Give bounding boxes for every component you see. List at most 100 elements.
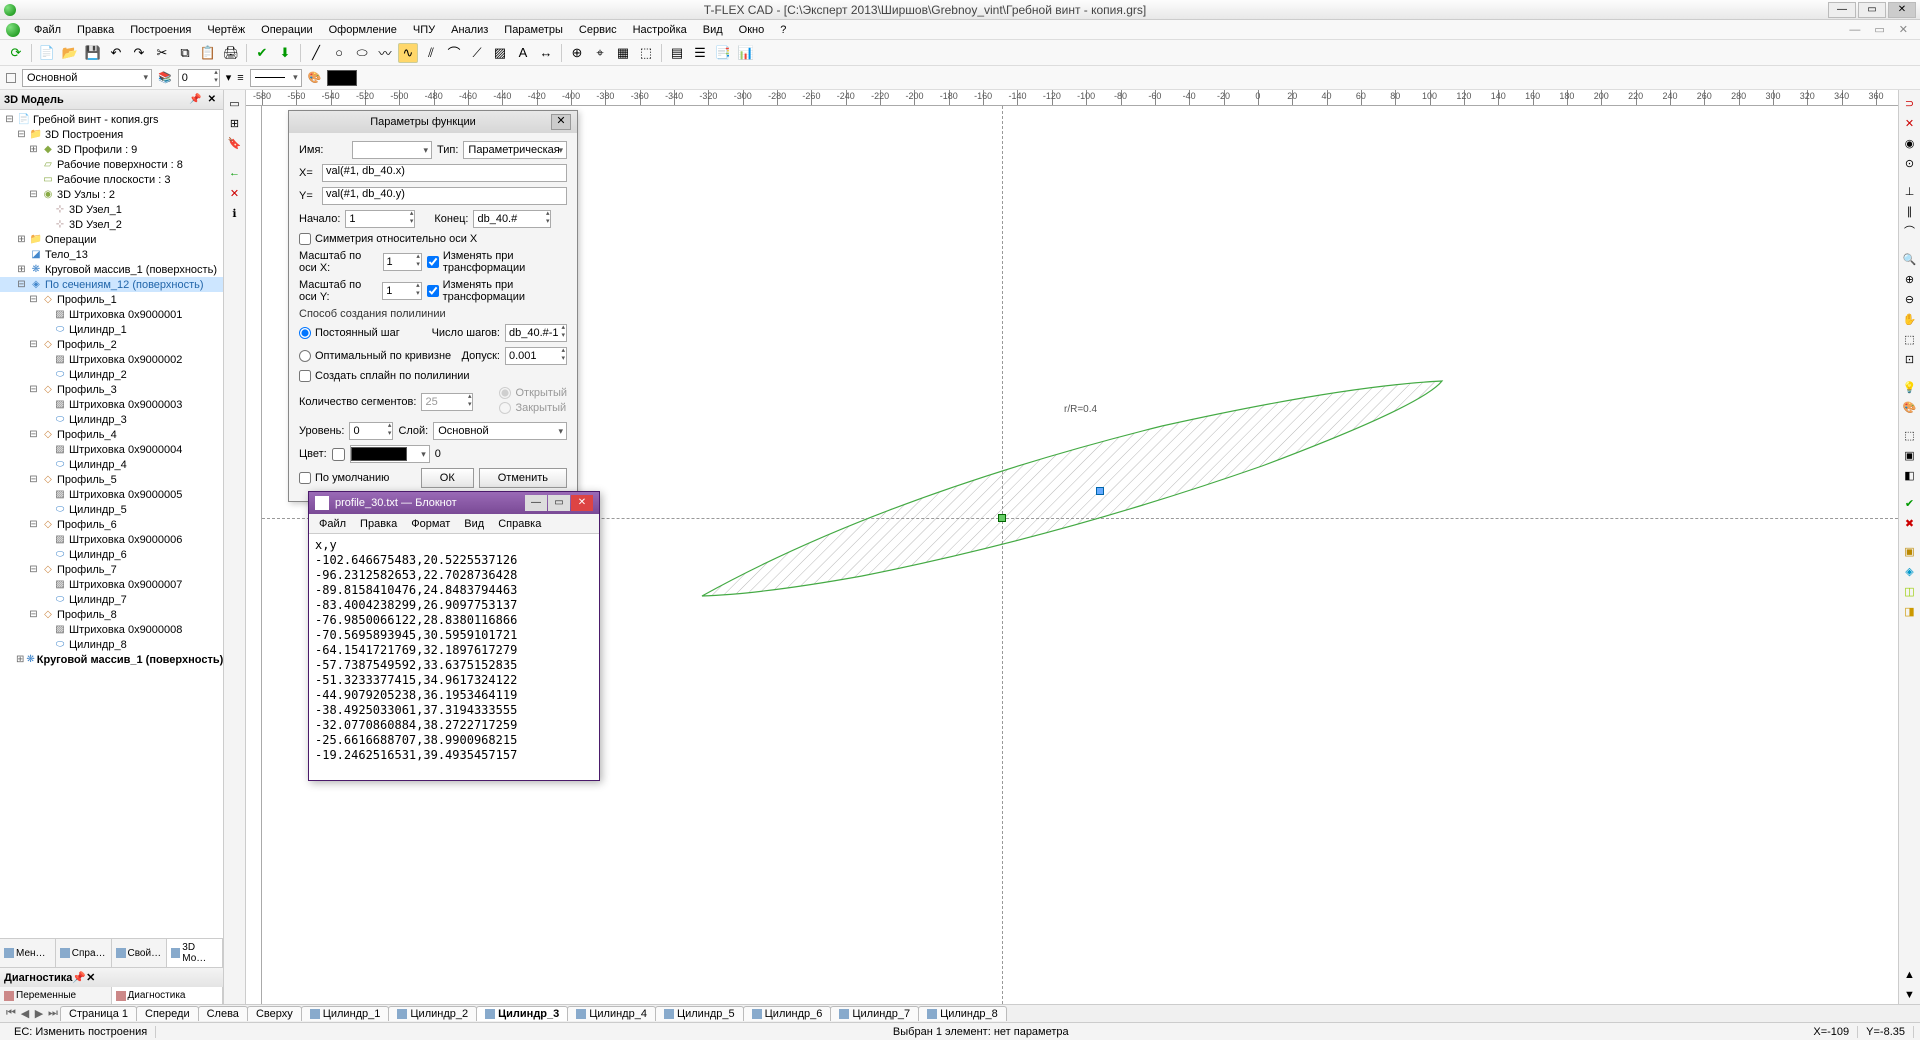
bookmark-icon[interactable]: 🔖 <box>226 134 244 152</box>
default-checkbox[interactable]: По умолчанию <box>299 472 389 484</box>
np-menu-Справка[interactable]: Справка <box>492 516 547 532</box>
page-tab[interactable]: Цилиндр_2 <box>388 1006 477 1021</box>
change-x-checkbox[interactable]: Изменять при трансформации <box>427 250 567 274</box>
table-icon[interactable]: ▤ <box>667 43 687 63</box>
tree-item[interactable]: ▱Рабочие поверхности : 8 <box>0 157 223 172</box>
tree-item[interactable]: ▨Штриховка 0x9000003 <box>0 397 223 412</box>
parallel-icon[interactable]: ∥ <box>1901 202 1919 220</box>
ortho-icon[interactable]: ⊥ <box>1901 182 1919 200</box>
dim-icon[interactable]: ↔ <box>536 43 556 63</box>
panel-tab[interactable]: Мен… <box>0 939 56 967</box>
layers-icon[interactable]: ☰ <box>690 43 710 63</box>
tree-item[interactable]: ⊹3D Узел_1 <box>0 202 223 217</box>
linetype-combo[interactable] <box>250 69 302 87</box>
page-tab[interactable]: Слева <box>198 1006 248 1021</box>
tree-item[interactable]: ⊟◇Профиль_4 <box>0 427 223 442</box>
np-close-button[interactable]: ✕ <box>571 495 593 511</box>
paste-icon[interactable]: 📋 <box>198 43 218 63</box>
page-tab[interactable]: Цилиндр_8 <box>918 1006 1007 1021</box>
tree-item[interactable]: ▨Штриховка 0x9000006 <box>0 532 223 547</box>
tree-item[interactable]: ⬭Цилиндр_3 <box>0 412 223 427</box>
segments-spinner[interactable]: 25 <box>421 393 473 411</box>
close-button[interactable]: ✕ <box>1888 2 1916 18</box>
tree-item[interactable]: ⊟◈По сечениям_12 (поверхность) <box>0 277 223 292</box>
scale-y-spinner[interactable]: 1 <box>382 282 421 300</box>
menu-Чертёж[interactable]: Чертёж <box>199 22 253 38</box>
page-tab[interactable]: Цилиндр_6 <box>743 1006 832 1021</box>
tree-item[interactable]: ⊟◉3D Узлы : 2 <box>0 187 223 202</box>
tabs-first-icon[interactable]: ⏮ <box>4 1007 18 1020</box>
tree-item[interactable]: ▨Штриховка 0x9000001 <box>0 307 223 322</box>
tabs-last-icon[interactable]: ⏭ <box>46 1007 60 1020</box>
panel-tab[interactable]: Свой… <box>112 939 168 967</box>
clear-icon[interactable]: ✕ <box>1901 114 1919 132</box>
spline-checkbox[interactable]: Создать сплайн по полилинии <box>299 370 470 382</box>
tabs-prev-icon[interactable]: ◀ <box>18 1007 32 1020</box>
tree-item[interactable]: ▨Штриховка 0x9000007 <box>0 577 223 592</box>
func-icon[interactable]: ∿ <box>398 43 418 63</box>
report-icon[interactable]: 📊 <box>736 43 756 63</box>
menu-?[interactable]: ? <box>772 22 794 38</box>
save-icon[interactable]: 💾 <box>83 43 103 63</box>
tangent-icon[interactable]: ⌒ <box>1901 222 1919 240</box>
render-icon[interactable]: 🎨 <box>1901 398 1919 416</box>
np-maximize-button[interactable]: ▭ <box>548 495 570 511</box>
tree-item[interactable]: ⊟◇Профиль_3 <box>0 382 223 397</box>
mdi-min-button[interactable]: — <box>1843 24 1866 36</box>
tree-item[interactable]: ⬭Цилиндр_8 <box>0 637 223 652</box>
np-minimize-button[interactable]: — <box>525 495 547 511</box>
snap-end-icon[interactable]: ⊙ <box>1901 154 1919 172</box>
dialog-title-bar[interactable]: Параметры функции ✕ <box>289 111 577 133</box>
tree-item[interactable]: ⊞📁Операции <box>0 232 223 247</box>
back-icon[interactable]: ← <box>226 164 244 182</box>
copy-icon[interactable]: ⧉ <box>175 43 195 63</box>
tree-item[interactable]: ▨Штриховка 0x9000004 <box>0 442 223 457</box>
x-input[interactable]: val(#1, db_40.x) <box>322 164 567 182</box>
menu-Окно[interactable]: Окно <box>731 22 773 38</box>
menu-Анализ[interactable]: Анализ <box>443 22 496 38</box>
spline-icon[interactable]: 〰 <box>375 43 395 63</box>
snap-node-icon[interactable]: ◉ <box>1901 134 1919 152</box>
polyline-icon[interactable]: ⟋ <box>467 43 487 63</box>
cs-icon[interactable]: ⌖ <box>590 43 610 63</box>
zoom-window-icon[interactable]: ⬚ <box>1901 330 1919 348</box>
menu-Построения[interactable]: Построения <box>122 22 199 38</box>
tree-item[interactable]: ⊟◇Профиль_8 <box>0 607 223 622</box>
view-all-icon[interactable]: ⊡ <box>1901 350 1919 368</box>
text-icon[interactable]: A <box>513 43 533 63</box>
panel-tab[interactable]: Спра… <box>56 939 112 967</box>
tree-item[interactable]: ⊞◆3D Профили : 9 <box>0 142 223 157</box>
diag-tab[interactable]: Переменные <box>0 987 112 1004</box>
tree-item[interactable]: ⊟📄Гребной винт - копия.grs <box>0 112 223 127</box>
color-combo[interactable] <box>350 445 430 463</box>
menu-Операции[interactable]: Операции <box>253 22 320 38</box>
page-tab[interactable]: Цилиндр_3 <box>476 1006 568 1021</box>
ok2-icon[interactable]: ✔ <box>1901 494 1919 512</box>
color-swatch[interactable] <box>327 70 357 86</box>
level-spinner[interactable]: 0 <box>178 69 220 87</box>
minimize-button[interactable]: — <box>1828 2 1856 18</box>
level-spinner-2[interactable]: 0 <box>349 422 393 440</box>
side-icon[interactable]: ◨ <box>1901 602 1919 620</box>
change-y-checkbox[interactable]: Изменять при трансформации <box>427 279 567 303</box>
point-marker[interactable] <box>1096 487 1104 495</box>
redo-icon[interactable]: ↷ <box>129 43 149 63</box>
page-icon[interactable]: ▦ <box>613 43 633 63</box>
cut-icon[interactable]: ✂ <box>152 43 172 63</box>
tree-item[interactable]: ⊞❋Круговой массив_1 (поверхность) <box>0 652 223 667</box>
np-menu-Вид[interactable]: Вид <box>458 516 490 532</box>
hidden-icon[interactable]: ▣ <box>1901 446 1919 464</box>
model-tree[interactable]: ⊟📄Гребной винт - копия.grs⊟📁3D Построени… <box>0 110 223 938</box>
tree-item[interactable]: ▨Штриховка 0x9000002 <box>0 352 223 367</box>
np-menu-Файл[interactable]: Файл <box>313 516 352 532</box>
maximize-button[interactable]: ▭ <box>1858 2 1886 18</box>
page-tab[interactable]: Страница 1 <box>60 1006 137 1021</box>
menu-Оформление[interactable]: Оформление <box>321 22 405 38</box>
page-tab[interactable]: Сверху <box>247 1006 302 1021</box>
check-icon[interactable]: ✔ <box>252 43 272 63</box>
front-icon[interactable]: ◫ <box>1901 582 1919 600</box>
hatch-icon[interactable]: ▨ <box>490 43 510 63</box>
tree-item[interactable]: ▨Штриховка 0x9000008 <box>0 622 223 637</box>
cancel-icon[interactable]: ✕ <box>226 184 244 202</box>
pin-icon[interactable]: 📌 <box>72 971 86 984</box>
